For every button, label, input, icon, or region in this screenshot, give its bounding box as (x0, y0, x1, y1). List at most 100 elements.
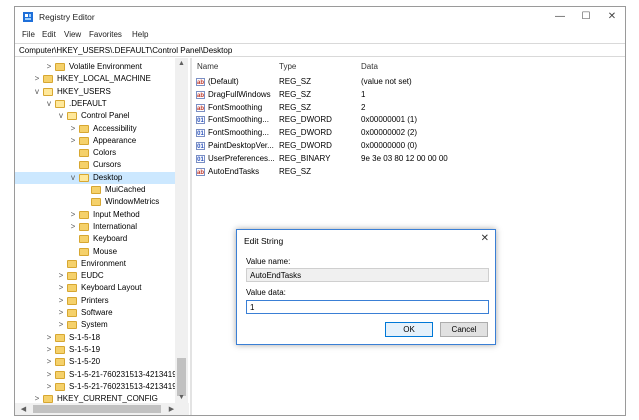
value-row[interactable]: ab FontSmoothing REG_SZ 2 (193, 102, 625, 114)
tree-item[interactable]: > S-1-5-21-760231513-42134192 (15, 381, 181, 393)
menu-edit[interactable]: Edit (42, 30, 56, 39)
chevron-down-icon[interactable]: v (45, 98, 53, 110)
tree-item[interactable]: WindowMetrics (15, 196, 175, 208)
tree-item[interactable]: > Input Method (15, 209, 175, 221)
tree-item[interactable]: Cursors (15, 159, 175, 171)
address-bar[interactable]: Computer\HKEY_USERS\.DEFAULT\Control Pan… (15, 43, 625, 57)
cancel-button[interactable]: Cancel (440, 322, 488, 337)
tree-horizontal-scrollbar[interactable]: ◀ ▶ (15, 403, 189, 415)
tree-item[interactable]: > Accessibility (15, 123, 175, 135)
tree-item-label: Desktop (93, 172, 123, 182)
tree-item[interactable]: > EUDC (15, 270, 175, 282)
binary-value-icon: 01 (196, 142, 205, 150)
chevron-down-icon[interactable]: v (33, 86, 41, 98)
tree-item[interactable]: v HKEY_USERS (15, 86, 175, 98)
scroll-right-icon[interactable]: ▶ (165, 405, 178, 413)
value-row[interactable]: 01 FontSmoothing... REG_DWORD 0x00000001 (1… (193, 114, 625, 126)
menu-help[interactable]: Help (132, 30, 148, 39)
column-header-name[interactable]: Name (197, 62, 218, 71)
scroll-thumb[interactable] (177, 358, 186, 396)
chevron-down-icon[interactable]: v (57, 110, 65, 122)
tree-item[interactable]: > Volatile Environment (15, 61, 175, 73)
tree-item-label: System (81, 320, 108, 330)
chevron-right-icon[interactable]: > (69, 123, 77, 135)
folder-icon (79, 161, 89, 170)
tree-item-label: S-1-5-19 (69, 344, 101, 354)
chevron-right-icon[interactable]: > (69, 209, 77, 221)
tree-item[interactable]: > Keyboard Layout (15, 282, 175, 294)
scroll-up-icon[interactable]: ▲ (175, 60, 188, 67)
tree-item[interactable]: > S-1-5-18 (15, 332, 175, 344)
chevron-right-icon[interactable]: > (57, 319, 65, 331)
folder-icon (79, 235, 89, 244)
value-row[interactable]: 01 FontSmoothing... REG_DWORD 0x00000002 (2… (193, 127, 625, 139)
column-header-data[interactable]: Data (361, 62, 378, 71)
tree-item[interactable]: Keyboard (15, 233, 175, 245)
tree-item[interactable]: > S-1-5-20 (15, 356, 175, 368)
dialog-close-icon[interactable]: ✕ (481, 233, 489, 244)
chevron-right-icon[interactable]: > (45, 344, 53, 356)
tree-item[interactable]: > Appearance (15, 135, 175, 147)
chevron-right-icon[interactable]: > (57, 282, 65, 294)
tree-item[interactable]: Colors (15, 147, 175, 159)
tree-item[interactable]: > International (15, 221, 175, 233)
tree-item[interactable]: MuiCached (15, 184, 175, 196)
window-title: Registry Editor (39, 12, 95, 22)
scroll-left-icon[interactable]: ◀ (17, 405, 30, 413)
tree-item-label: Cursors (93, 160, 122, 170)
dialog-title-bar[interactable]: Edit String ✕ (237, 230, 495, 250)
value-data: 9e 3e 03 80 12 00 00 00 (361, 153, 448, 163)
folder-icon (55, 63, 65, 71)
tree-item[interactable]: > S-1-5-19 (15, 344, 175, 356)
tree-item-label: S-1-5-21-760231513-42134192 (69, 381, 182, 391)
chevron-right-icon[interactable]: > (45, 381, 53, 393)
tree-item[interactable]: v .DEFAULT (15, 98, 175, 110)
chevron-right-icon[interactable]: > (33, 393, 41, 403)
chevron-right-icon[interactable]: > (57, 307, 65, 319)
tree-item[interactable]: v Desktop (15, 171, 175, 184)
ok-button[interactable]: OK (385, 322, 433, 337)
chevron-right-icon[interactable]: > (45, 369, 53, 381)
value-row[interactable]: ab (Default) REG_SZ (value not set) (193, 76, 625, 88)
tree-item[interactable]: v Control Panel (15, 110, 175, 122)
value-row[interactable]: ab AutoEndTasks REG_SZ (193, 166, 625, 178)
minimize-icon[interactable]: — (547, 9, 573, 25)
menu-favorites[interactable]: Favorites (89, 30, 122, 39)
folder-icon (67, 284, 77, 293)
binary-value-icon: 01 (196, 129, 205, 138)
folder-icon (79, 173, 89, 182)
scroll-thumb[interactable] (33, 405, 161, 413)
chevron-down-icon[interactable]: v (69, 172, 77, 184)
menu-view[interactable]: View (64, 30, 81, 39)
tree-item-label: Keyboard Layout (81, 283, 142, 293)
column-header-type[interactable]: Type (279, 62, 296, 71)
value-row[interactable]: 01 UserPreferences... REG_BINARY 9e 3e 03 8… (193, 153, 625, 165)
tree-item[interactable]: Environment (15, 258, 175, 270)
chevron-right-icon[interactable]: > (45, 61, 53, 73)
chevron-right-icon[interactable]: > (57, 270, 65, 282)
tree-item[interactable]: > Software (15, 307, 175, 319)
tree-item[interactable]: > S-1-5-21-760231513-42134192 (15, 369, 181, 381)
close-icon[interactable]: ✕ (599, 9, 625, 25)
tree-vertical-scrollbar[interactable]: ▲ ▼ (175, 58, 188, 403)
tree-item[interactable]: > System (15, 319, 175, 331)
pane-splitter[interactable] (190, 58, 192, 415)
tree-item[interactable]: > Printers (15, 295, 175, 307)
chevron-right-icon[interactable]: > (33, 73, 41, 85)
menu-file[interactable]: File (22, 30, 35, 39)
tree-item[interactable]: > HKEY_LOCAL_MACHINE (15, 73, 175, 85)
tree-item[interactable]: > HKEY_CURRENT_CONFIG (15, 393, 175, 403)
chevron-right-icon[interactable]: > (69, 221, 77, 233)
value-name-field[interactable] (246, 268, 489, 282)
scroll-down-icon[interactable]: ▼ (175, 394, 188, 401)
tree-item[interactable]: Mouse (15, 246, 175, 258)
chevron-right-icon[interactable]: > (45, 356, 53, 368)
value-data-field[interactable] (246, 300, 489, 314)
chevron-right-icon[interactable]: > (57, 295, 65, 307)
maximize-icon[interactable]: ☐ (573, 9, 599, 25)
chevron-right-icon[interactable]: > (69, 135, 77, 147)
value-row[interactable]: 01 PaintDesktopVer... REG_DWORD 0x00000000 … (193, 140, 625, 152)
chevron-right-icon[interactable]: > (45, 332, 53, 344)
value-row[interactable]: ab DragFullWindows REG_SZ 1 (193, 89, 625, 101)
title-bar[interactable]: Registry Editor — ☐ ✕ (15, 7, 625, 27)
